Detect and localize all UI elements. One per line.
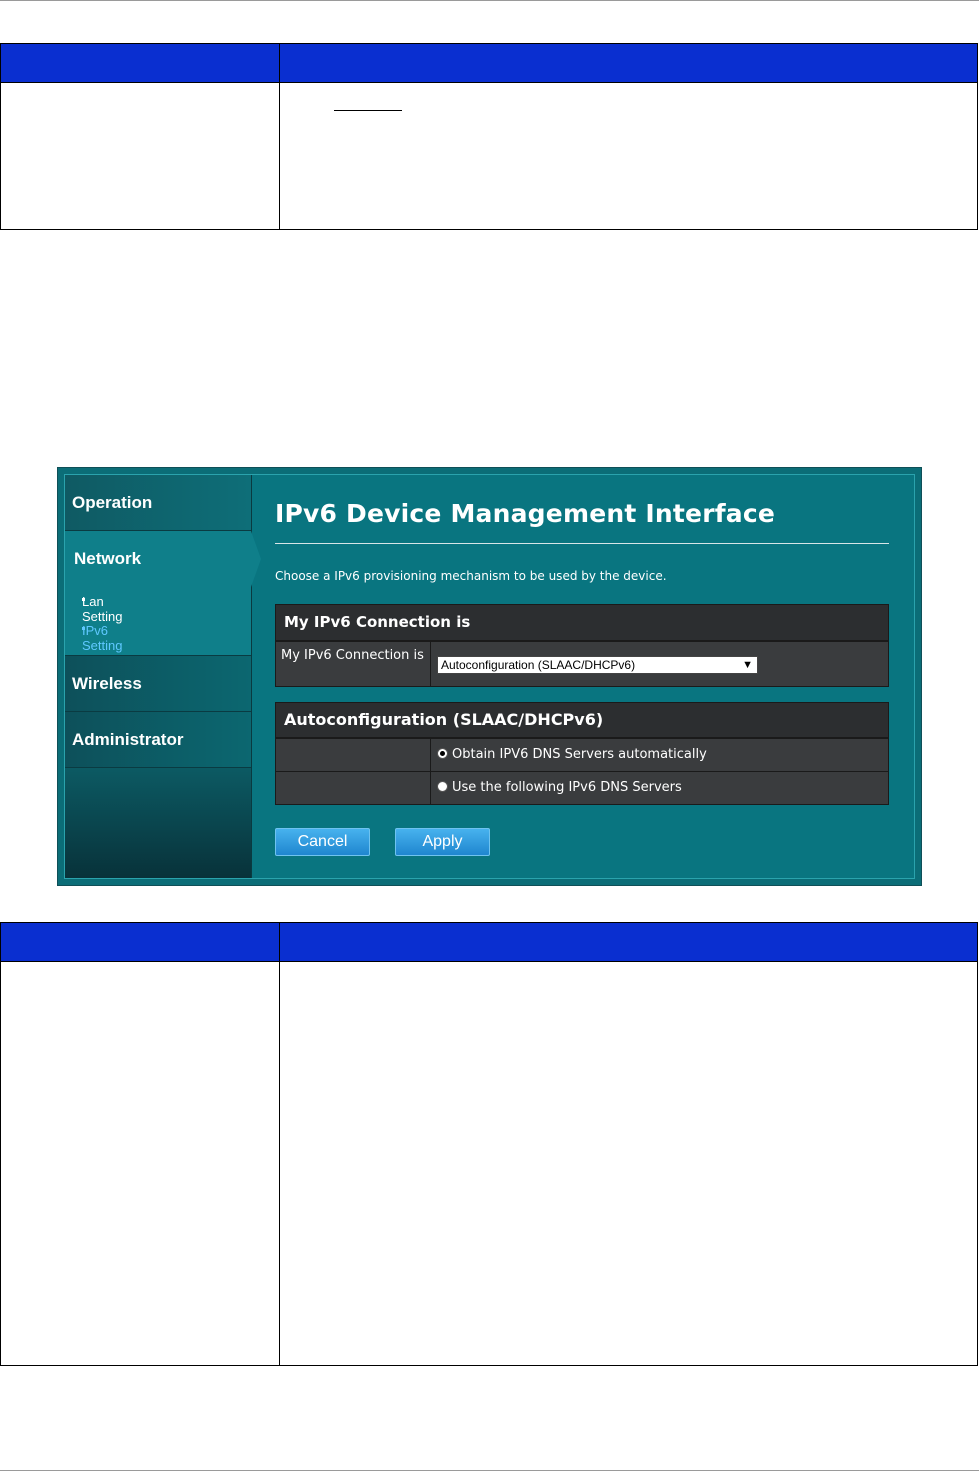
sidebar-subitem-label: Lan Setting — [82, 594, 123, 624]
sidebar-filler — [65, 768, 251, 878]
dns-manual-row: Use the following IPv6 DNS Servers — [276, 771, 888, 804]
connection-panel: My IPv6 Connection is My IPv6 Connection… — [275, 604, 889, 687]
top-table-cell-2 — [279, 82, 978, 230]
radio-label: Obtain IPV6 DNS Servers automatically — [452, 747, 707, 762]
page-top-rule — [0, 0, 979, 1]
top-table-header — [0, 43, 978, 83]
sidebar-item-administrator[interactable]: Administrator — [65, 712, 251, 768]
radio-label: Use the following IPv6 DNS Servers — [452, 780, 682, 795]
sidebar-item-wireless[interactable]: Wireless — [65, 656, 251, 712]
radio-unselected-icon[interactable] — [437, 781, 448, 792]
row-label-empty — [276, 772, 431, 804]
sidebar-subitem-ipv6-setting[interactable]: IPv6 Setting — [75, 623, 122, 653]
connection-type-select[interactable]: Autoconfiguration (SLAAC/DHCPv6) ▼ — [437, 656, 758, 674]
sidebar-item-operation[interactable]: Operation — [65, 475, 251, 531]
chevron-down-icon: ▼ — [742, 659, 753, 671]
row-value: Obtain IPV6 DNS Servers automatically — [431, 739, 888, 771]
apply-button[interactable]: Apply — [395, 828, 490, 856]
page-bottom-rule — [0, 1470, 979, 1471]
connection-row: My IPv6 Connection is Autoconfiguration … — [276, 641, 888, 686]
row-value: Use the following IPv6 DNS Servers — [431, 772, 888, 804]
bottom-table-header — [0, 922, 978, 962]
bottom-table-cell-2 — [279, 961, 978, 1366]
bottom-table-header-cell-1 — [0, 922, 280, 962]
router-ui-frame: Operation Network Lan Setting IPv6 Setti… — [64, 474, 915, 879]
bottom-table-row — [0, 961, 978, 1366]
top-table-row — [0, 82, 978, 230]
sidebar-item-network[interactable]: Network Lan Setting IPv6 Setting — [65, 531, 251, 656]
autoconfig-panel: Autoconfiguration (SLAAC/DHCPv6) Obtain … — [275, 702, 889, 805]
sidebar-item-label: Network — [74, 549, 142, 568]
page-description: Choose a IPv6 provisioning mechanism to … — [275, 569, 667, 583]
row-label-empty — [276, 739, 431, 771]
dns-auto-row: Obtain IPV6 DNS Servers automatically — [276, 738, 888, 771]
underline-mark — [334, 110, 402, 111]
top-table — [0, 43, 978, 230]
sidebar-subitem-lan-setting[interactable]: Lan Setting — [75, 594, 122, 624]
sidebar-subitem-label: IPv6 Setting — [82, 623, 123, 653]
panel-header: My IPv6 Connection is — [276, 605, 888, 641]
top-table-cell-1 — [0, 82, 280, 230]
bottom-table-cell-1 — [0, 961, 280, 1366]
page-title: IPv6 Device Management Interface — [275, 499, 776, 528]
row-value: Autoconfiguration (SLAAC/DHCPv6) ▼ — [431, 642, 888, 686]
sidebar: Operation Network Lan Setting IPv6 Setti… — [65, 475, 252, 878]
dns-auto-option[interactable]: Obtain IPV6 DNS Servers automatically — [437, 747, 707, 762]
bottom-table-header-cell-2 — [279, 922, 978, 962]
title-divider — [275, 543, 889, 544]
select-value: Autoconfiguration (SLAAC/DHCPv6) — [441, 658, 636, 672]
sidebar-item-label: Operation — [72, 493, 153, 512]
bottom-table — [0, 922, 978, 1366]
top-table-header-cell-1 — [0, 43, 280, 83]
sidebar-item-label: Administrator — [72, 730, 184, 749]
cancel-button[interactable]: Cancel — [275, 828, 370, 856]
dns-manual-option[interactable]: Use the following IPv6 DNS Servers — [437, 780, 682, 795]
top-table-header-cell-2 — [279, 43, 978, 83]
sidebar-item-label: Wireless — [72, 674, 142, 693]
radio-selected-icon[interactable] — [437, 748, 448, 759]
main-content: IPv6 Device Management Interface Choose … — [275, 475, 914, 878]
router-ui-screenshot: Operation Network Lan Setting IPv6 Setti… — [57, 467, 922, 886]
active-section-arrow-icon — [251, 531, 261, 587]
row-label: My IPv6 Connection is — [276, 642, 431, 686]
panel-header: Autoconfiguration (SLAAC/DHCPv6) — [276, 703, 888, 738]
